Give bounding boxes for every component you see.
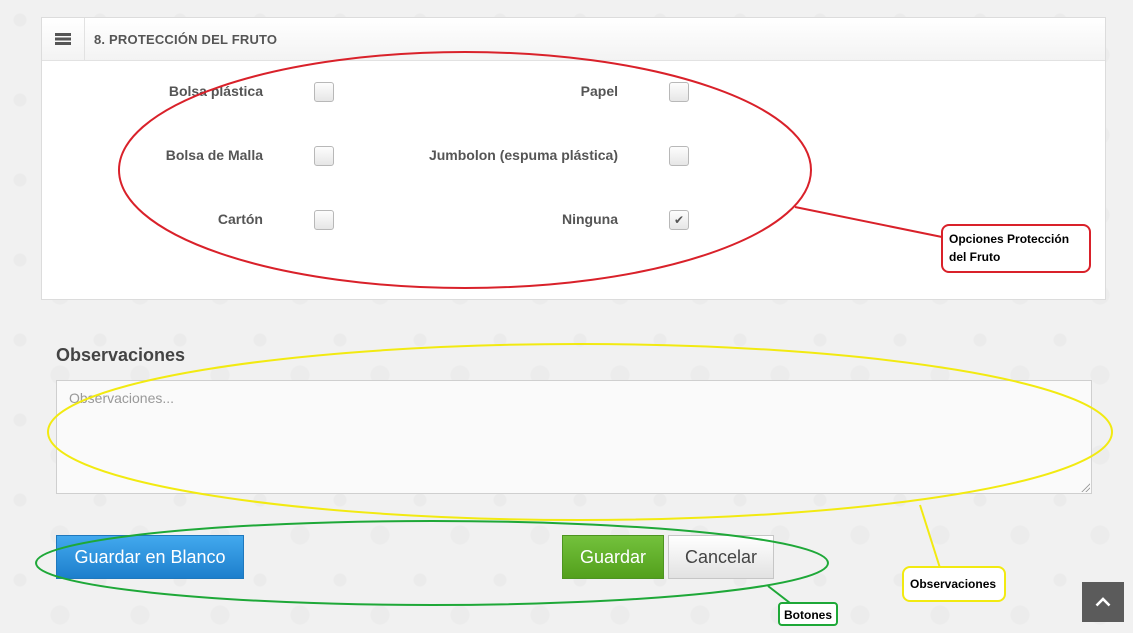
cancel-button[interactable]: Cancelar	[668, 535, 774, 579]
option-label-bolsa-plastica: Bolsa plástica	[168, 83, 263, 99]
save-button[interactable]: Guardar	[562, 535, 664, 579]
options-annotation-note: Opciones Protección del Fruto	[941, 224, 1091, 273]
option-label-jumbolon: Jumbolon (espuma plástica)	[428, 147, 618, 163]
scroll-to-top-button[interactable]	[1082, 582, 1124, 622]
checkbox-papel[interactable]	[669, 82, 689, 102]
checkbox-ninguna[interactable]: ✔	[669, 210, 689, 230]
checkbox-bolsa-malla[interactable]	[314, 146, 334, 166]
buttons-annotation-note: Botones	[778, 602, 838, 626]
resize-handle-icon[interactable]	[1080, 482, 1090, 492]
chevron-up-icon	[1095, 597, 1111, 607]
option-label-papel: Papel	[580, 83, 618, 99]
option-label-ninguna: Ninguna	[562, 211, 618, 227]
observations-annotation-note: Observaciones	[902, 566, 1006, 602]
panel-title: 8. PROTECCIÓN DEL FRUTO	[94, 31, 278, 47]
checkmark-icon: ✔	[673, 213, 685, 227]
checkbox-jumbolon[interactable]	[669, 146, 689, 166]
menu-icon[interactable]	[42, 18, 85, 60]
option-label-bolsa-malla: Bolsa de Malla	[165, 147, 263, 163]
observaciones-textarea[interactable]	[56, 380, 1092, 494]
observaciones-label: Observaciones	[56, 345, 186, 365]
observations-annotation-text: Observaciones	[910, 577, 997, 591]
panel-header: 8. PROTECCIÓN DEL FRUTO	[42, 18, 1105, 61]
checkbox-carton[interactable]	[314, 210, 334, 230]
options-annotation-text: Opciones Protección del Fruto	[949, 232, 1070, 264]
option-label-carton: Cartón	[217, 211, 263, 227]
buttons-annotation-text: Botones	[784, 608, 832, 622]
checkbox-bolsa-plastica[interactable]	[314, 82, 334, 102]
save-blank-button[interactable]: Guardar en Blanco	[56, 535, 244, 579]
